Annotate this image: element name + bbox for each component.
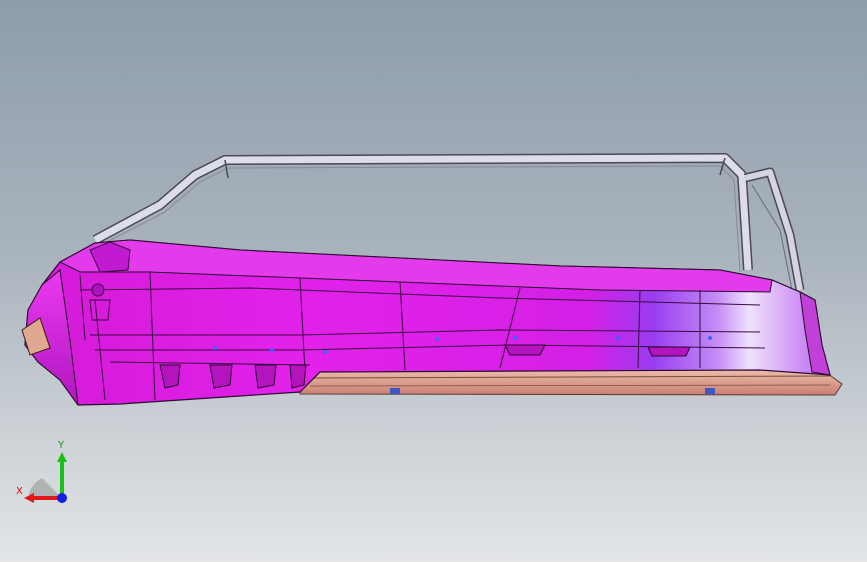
x-axis-label: X bbox=[16, 486, 23, 497]
y-axis-label: Y bbox=[58, 440, 65, 451]
graphics-viewport[interactable]: X Y bbox=[0, 0, 867, 562]
triad-graphic bbox=[24, 452, 67, 503]
cad-model[interactable] bbox=[0, 0, 867, 562]
coordinate-triad: X Y bbox=[10, 440, 80, 510]
